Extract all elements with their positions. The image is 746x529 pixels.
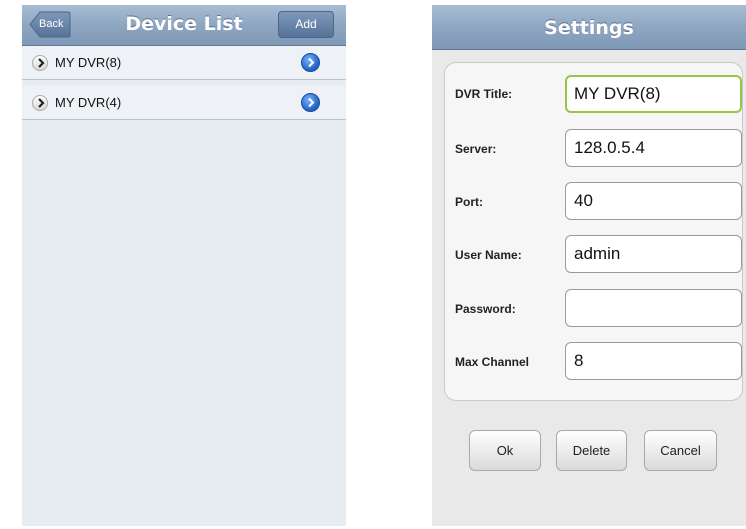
detail-disclosure-icon[interactable] bbox=[301, 53, 320, 72]
max-channel-input[interactable]: 8 bbox=[565, 342, 742, 380]
add-button[interactable]: Add bbox=[278, 11, 334, 38]
server-label: Server: bbox=[455, 142, 497, 156]
port-label: Port: bbox=[455, 195, 483, 209]
chevron-right-icon bbox=[32, 95, 48, 111]
chevron-right-icon bbox=[32, 55, 48, 71]
server-input[interactable]: 128.0.5.4 bbox=[565, 129, 742, 167]
cancel-button[interactable]: Cancel bbox=[644, 430, 717, 471]
settings-navbar: Settings bbox=[432, 5, 746, 50]
settings-form: DVR Title: MY DVR(8) Server: 128.0.5.4 P… bbox=[444, 62, 743, 401]
device-list-screen: Device List Back Add MY DVR(8) MY DVR(4) bbox=[22, 5, 346, 526]
password-input[interactable] bbox=[565, 289, 742, 327]
user-name-label: User Name: bbox=[455, 248, 522, 262]
dvr-title-input[interactable]: MY DVR(8) bbox=[565, 75, 742, 113]
list-item-label: MY DVR(8) bbox=[55, 55, 122, 70]
back-button[interactable]: Back bbox=[29, 11, 71, 38]
list-item-label: MY DVR(4) bbox=[55, 95, 122, 110]
dvr-title-label: DVR Title: bbox=[455, 87, 513, 101]
settings-screen: Settings DVR Title: MY DVR(8) Server: 12… bbox=[432, 5, 746, 526]
delete-button[interactable]: Delete bbox=[556, 430, 627, 471]
ok-button[interactable]: Ok bbox=[469, 430, 541, 471]
max-channel-label: Max Channel bbox=[455, 355, 530, 369]
user-name-input[interactable]: admin bbox=[565, 235, 742, 273]
device-list-navbar: Device List Back Add bbox=[22, 5, 346, 46]
back-button-label: Back bbox=[39, 18, 64, 30]
list-item[interactable]: MY DVR(4) bbox=[22, 86, 346, 120]
port-input[interactable]: 40 bbox=[565, 182, 742, 220]
password-label: Password: bbox=[455, 302, 516, 316]
detail-disclosure-icon[interactable] bbox=[301, 93, 320, 112]
settings-title: Settings bbox=[544, 17, 634, 39]
list-item[interactable]: MY DVR(8) bbox=[22, 46, 346, 80]
